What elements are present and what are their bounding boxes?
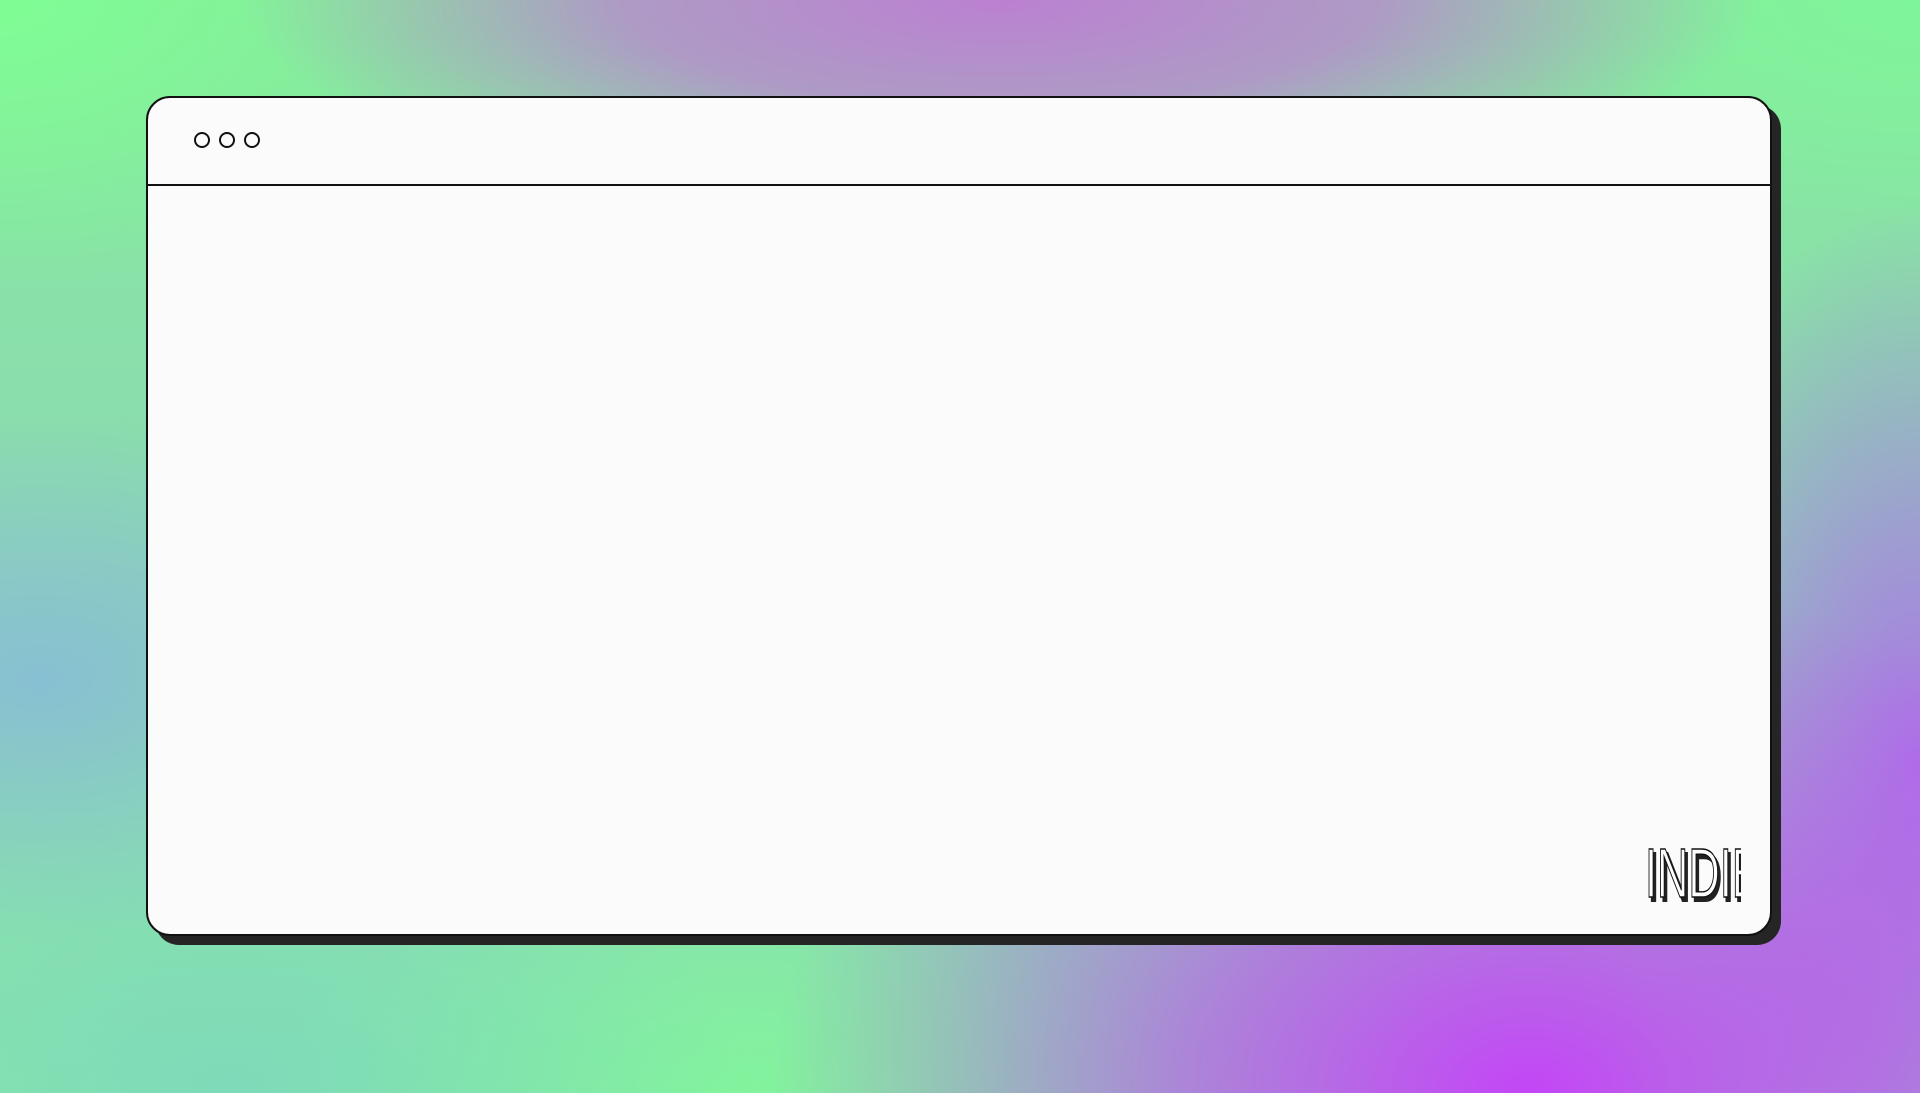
- browser-window: INDIE INDIE: [146, 96, 1772, 936]
- indie-logo-mark: INDIE INDIE: [1645, 842, 1741, 908]
- window-control-dot-icon[interactable]: [194, 132, 210, 148]
- indie-logo-text: INDIE: [1645, 842, 1741, 908]
- window-control-dot-icon[interactable]: [219, 132, 235, 148]
- window-content: INDIE INDIE: [148, 186, 1770, 934]
- indie-logo: INDIE INDIE: [1645, 842, 1741, 908]
- window-titlebar: [148, 98, 1770, 186]
- window-controls: [194, 132, 260, 148]
- window-control-dot-icon[interactable]: [244, 132, 260, 148]
